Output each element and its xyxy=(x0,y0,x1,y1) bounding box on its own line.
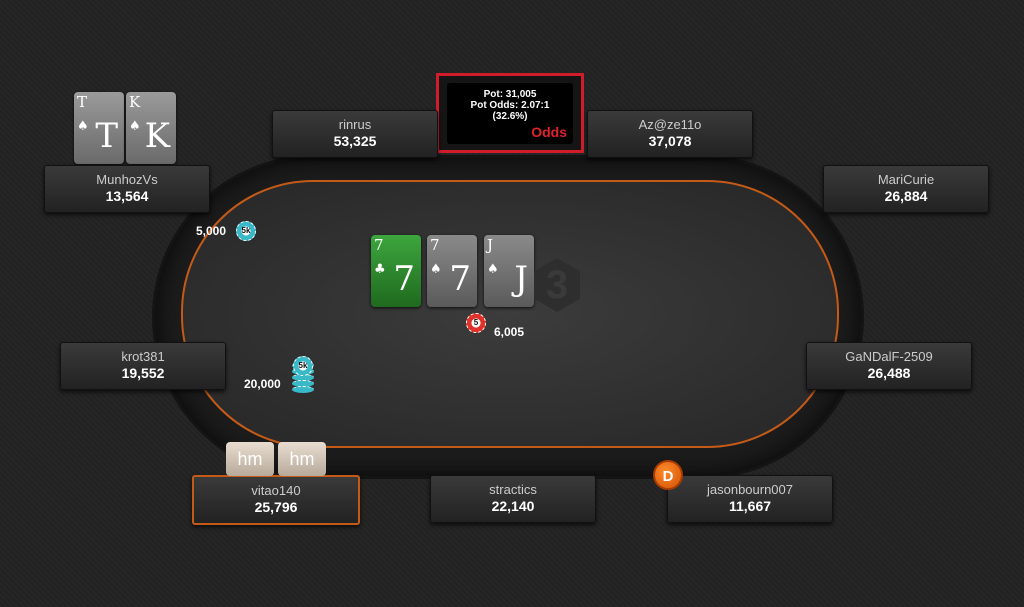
seat-krot381[interactable]: krot381 19,552 xyxy=(60,342,226,390)
pot-chip-icon: 5 xyxy=(466,313,486,333)
hole-card-2: K ♠ K xyxy=(126,92,176,164)
pot-amount: 6,005 xyxy=(494,325,525,339)
seat-gandalf-2509[interactable]: GaNDalF-2509 26,488 xyxy=(806,342,972,390)
pot-odds-display: Pot: 31,005 Pot Odds: 2.07:1 (32.6%) Odd… xyxy=(447,83,573,144)
odds-toggle[interactable]: Odds xyxy=(531,124,567,140)
player-stack: 22,140 xyxy=(491,498,535,514)
seat-jasonbourn007[interactable]: jasonbourn007 11,667 xyxy=(667,475,833,523)
dealer-button-icon: D xyxy=(653,460,683,490)
player-name: vitao140 xyxy=(251,483,301,498)
chip-icon: 5k xyxy=(293,356,313,376)
pot-total: Pot: 31,005 xyxy=(483,89,537,100)
hud-button-1[interactable]: hm xyxy=(226,442,274,476)
player-name: krot381 xyxy=(121,349,165,364)
player-name: stractics xyxy=(489,482,537,497)
player-stack: 25,796 xyxy=(254,499,298,515)
player-stack: 26,884 xyxy=(884,188,928,204)
player-stack: 19,552 xyxy=(121,365,165,381)
pot-odds-percent: (32.6%) xyxy=(492,111,528,122)
player-stack: 26,488 xyxy=(867,365,911,381)
bet-amount-krot381: 20,000 xyxy=(244,377,281,391)
player-name: rinrus xyxy=(338,117,372,132)
chip-icon: 5k xyxy=(236,221,256,241)
player-name: MariCurie xyxy=(877,172,935,187)
player-name: MunhozVs xyxy=(96,172,158,187)
pot-odds-ratio: Pot Odds: 2.07:1 xyxy=(470,100,550,111)
hud-button-2[interactable]: hm xyxy=(278,442,326,476)
seat-rinrus[interactable]: rinrus 53,325 xyxy=(272,110,438,158)
player-name: Az@ze11o xyxy=(638,117,702,132)
player-stack: 37,078 xyxy=(648,133,692,149)
seat-vitao140-hero[interactable]: vitao140 25,796 xyxy=(192,475,360,525)
bet-amount-munhozvs: 5,000 xyxy=(196,224,227,238)
board-card-2: 7 ♠ 7 xyxy=(427,235,477,307)
seat-maricurie[interactable]: MariCurie 26,884 xyxy=(823,165,989,213)
seat-munhozvs[interactable]: MunhozVs 13,564 xyxy=(44,165,210,213)
hole-card-1: T ♠ T xyxy=(74,92,124,164)
poker-table-felt xyxy=(181,180,839,448)
board-card-3: J ♠ J xyxy=(484,235,534,307)
player-stack: 13,564 xyxy=(105,188,149,204)
pot-odds-panel: Pot: 31,005 Pot Odds: 2.07:1 (32.6%) Odd… xyxy=(436,73,584,153)
seat-azze11o[interactable]: Az@ze11o 37,078 xyxy=(587,110,753,158)
board-card-1: 7 ♣ 7 xyxy=(371,235,421,307)
seat-stractics[interactable]: stractics 22,140 xyxy=(430,475,596,523)
player-stack: 53,325 xyxy=(333,133,377,149)
player-name: jasonbourn007 xyxy=(706,482,794,497)
player-name: GaNDalF-2509 xyxy=(845,349,933,364)
player-stack: 11,667 xyxy=(728,498,772,514)
